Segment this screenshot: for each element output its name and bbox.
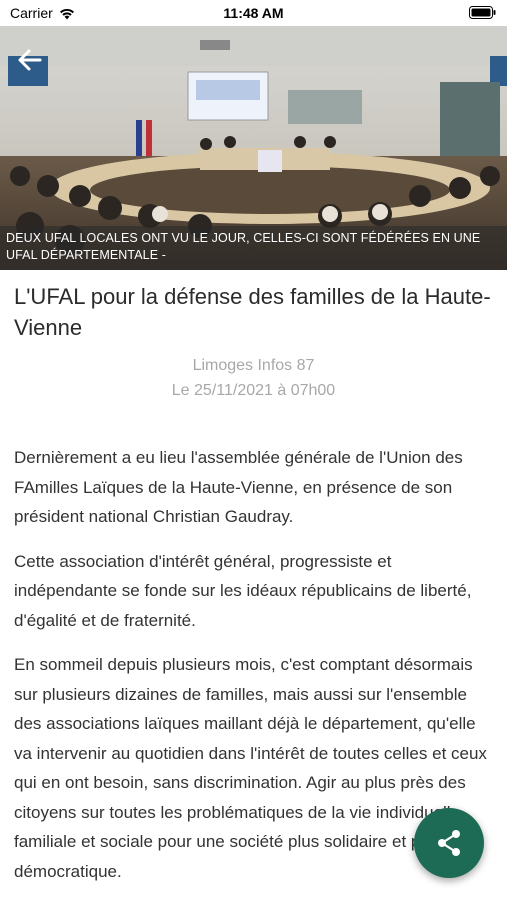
status-bar: Carrier 11:48 AM bbox=[0, 0, 507, 26]
article-date: Le 25/11/2021 à 07h00 bbox=[171, 382, 336, 399]
article-paragraph: Dernièrement a eu lieu l'assemblée génér… bbox=[14, 448, 463, 526]
share-button[interactable] bbox=[414, 808, 484, 878]
share-icon bbox=[438, 830, 460, 856]
status-time: 11:48 AM bbox=[223, 5, 284, 21]
article-title: L'UFAL pour la défense des familles de l… bbox=[14, 284, 491, 340]
back-button[interactable] bbox=[14, 46, 46, 74]
hero-image: DEUX UFAL LOCALES ONT VU LE JOUR, CELLES… bbox=[0, 26, 507, 270]
battery-icon bbox=[469, 6, 497, 24]
article-paragraph: Cette association d'intérêt général, pro… bbox=[14, 551, 472, 630]
hero-caption: DEUX UFAL LOCALES ONT VU LE JOUR, CELLES… bbox=[0, 226, 507, 270]
arrow-left-icon bbox=[18, 49, 42, 71]
article-source: Limoges Infos 87 bbox=[192, 357, 315, 374]
